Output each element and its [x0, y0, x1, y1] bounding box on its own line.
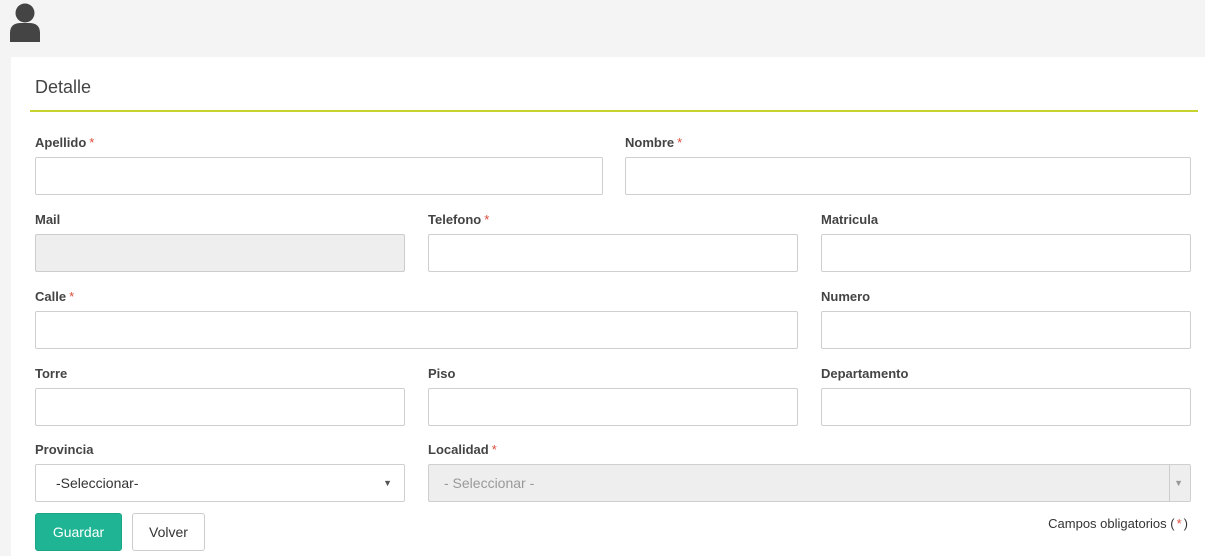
nombre-label: Nombre * — [625, 135, 682, 150]
torre-input[interactable] — [35, 388, 405, 426]
localidad-label-text: Localidad — [428, 442, 489, 457]
panel-title: Detalle — [35, 77, 92, 97]
piso-label: Piso — [428, 366, 456, 381]
departamento-input[interactable] — [821, 388, 1191, 426]
telefono-label: Telefono * — [428, 212, 489, 227]
caret-down-icon: ▼ — [383, 478, 392, 488]
departamento-label: Departamento — [821, 366, 909, 381]
apellido-label-text: Apellido — [35, 135, 87, 150]
title-divider — [30, 110, 1198, 112]
required-marker: * — [491, 442, 497, 457]
localidad-selected-value: - Seleccionar - — [444, 475, 535, 491]
provincia-select[interactable]: -Seleccionar- ▼ — [35, 464, 405, 502]
caret-down-icon: ▼ — [1174, 478, 1183, 488]
apellido-label: Apellido * — [35, 135, 94, 150]
mail-input — [35, 234, 405, 272]
calle-input[interactable] — [35, 311, 798, 349]
mail-label: Mail — [35, 212, 61, 227]
required-marker: * — [69, 289, 75, 304]
provincia-label: Provincia — [35, 442, 94, 457]
nombre-label-text: Nombre — [625, 135, 675, 150]
localidad-select: - Seleccionar - ▼ — [428, 464, 1191, 502]
required-marker: * — [677, 135, 683, 150]
calle-label-text: Calle — [35, 289, 67, 304]
required-note-close: ) — [1183, 516, 1188, 531]
localidad-label: Localidad * — [428, 442, 497, 457]
provincia-selected-value: -Seleccionar- — [56, 475, 139, 491]
required-marker: * — [484, 212, 490, 227]
top-bar — [0, 0, 1205, 57]
calle-label: Calle * — [35, 289, 74, 304]
nombre-input[interactable] — [625, 157, 1191, 195]
matricula-input[interactable] — [821, 234, 1191, 272]
torre-label: Torre — [35, 366, 68, 381]
save-button[interactable]: Guardar — [35, 513, 122, 551]
apellido-input[interactable] — [35, 157, 603, 195]
required-marker: * — [89, 135, 95, 150]
telefono-label-text: Telefono — [428, 212, 482, 227]
required-note-text: Campos obligatorios ( — [1048, 516, 1175, 531]
select-divider — [1169, 465, 1170, 501]
back-button[interactable]: Volver — [132, 513, 205, 551]
user-icon — [10, 3, 40, 42]
numero-input[interactable] — [821, 311, 1191, 349]
numero-label: Numero — [821, 289, 871, 304]
telefono-input[interactable] — [428, 234, 798, 272]
required-fields-note: Campos obligatorios (*) — [1048, 516, 1188, 531]
detail-panel: Detalle Apellido * Nombre * Mail Telefono *… — [11, 57, 1205, 556]
matricula-label: Matricula — [821, 212, 879, 227]
required-marker: * — [1176, 516, 1182, 531]
piso-input[interactable] — [428, 388, 798, 426]
